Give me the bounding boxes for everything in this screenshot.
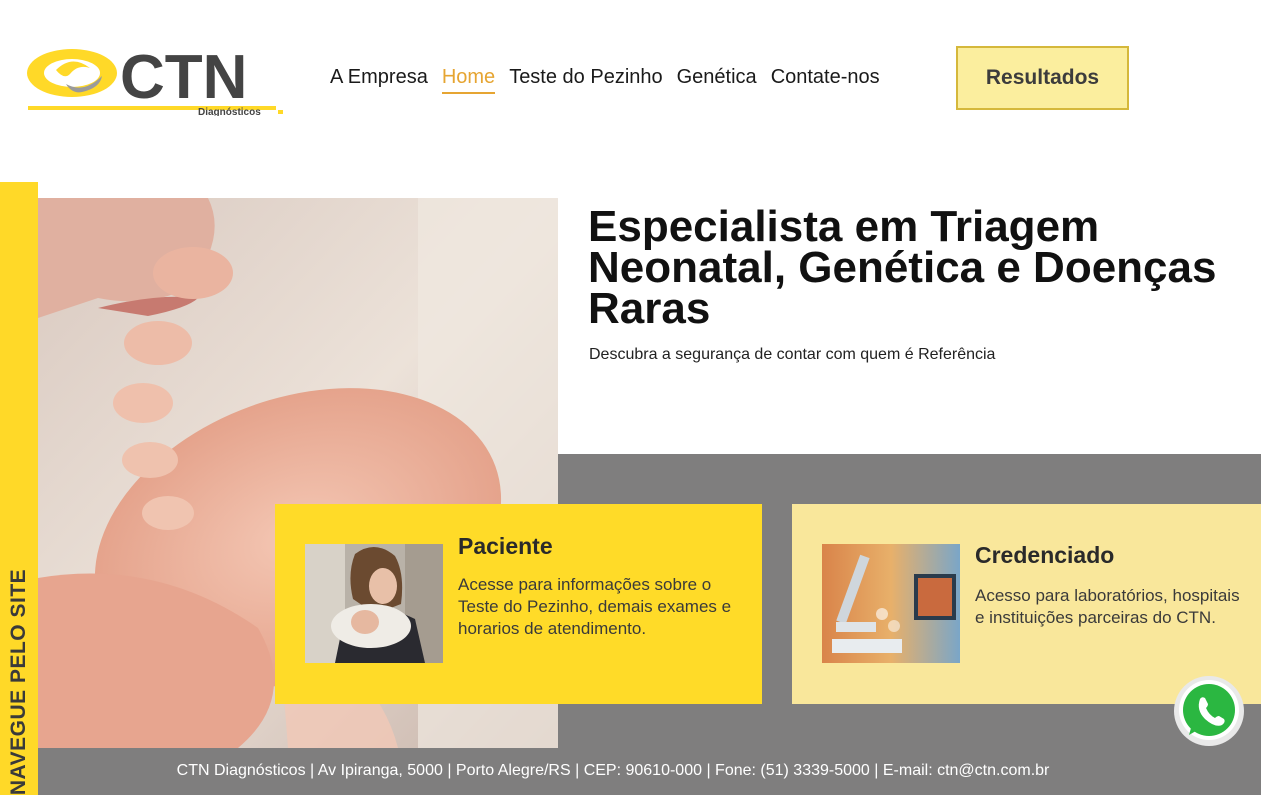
side-rail-label: NAVEGUE PELO SITE — [7, 568, 30, 795]
card-paciente[interactable]: Paciente Acesse para informações sobre o… — [275, 504, 762, 704]
card-credenciado-text: Acesso para laboratórios, hospitais e in… — [975, 586, 1240, 627]
side-navigation-rail[interactable]: NAVEGUE PELO SITE — [0, 182, 38, 795]
footer-contact-text: CTN Diagnósticos | Av Ipiranga, 5000 | P… — [176, 762, 1050, 779]
laboratory-microscope-image — [822, 544, 960, 663]
hero-subtitle: Descubra a segurança de contar com quem … — [589, 346, 996, 363]
nav-item-contate-nos[interactable]: Contate-nos — [771, 64, 880, 94]
main-nav: A Empresa Home Teste do Pezinho Genética… — [330, 64, 894, 94]
ctn-logo[interactable]: CTN Diagnósticos — [26, 40, 288, 118]
nav-item-a-empresa[interactable]: A Empresa — [330, 64, 428, 94]
nav-item-home[interactable]: Home — [441, 64, 496, 94]
card-credenciado-title: Credenciado — [975, 542, 1115, 568]
nav-item-teste-do-pezinho[interactable]: Teste do Pezinho — [509, 64, 662, 94]
logo-brand-text: CTN — [120, 43, 247, 112]
hero-title: Especialista em Triagem Neonatal, Genéti… — [588, 202, 1217, 333]
logo-tagline: Diagnósticos — [198, 107, 261, 116]
card-paciente-text: Acesse para informações sobre o Teste do… — [458, 575, 732, 638]
whatsapp-icon[interactable] — [1171, 673, 1247, 749]
results-button[interactable]: Resultados — [956, 46, 1129, 110]
card-paciente-title: Paciente — [458, 533, 553, 559]
mother-baby-image — [305, 544, 443, 663]
nav-item-genetica[interactable]: Genética — [677, 64, 757, 94]
